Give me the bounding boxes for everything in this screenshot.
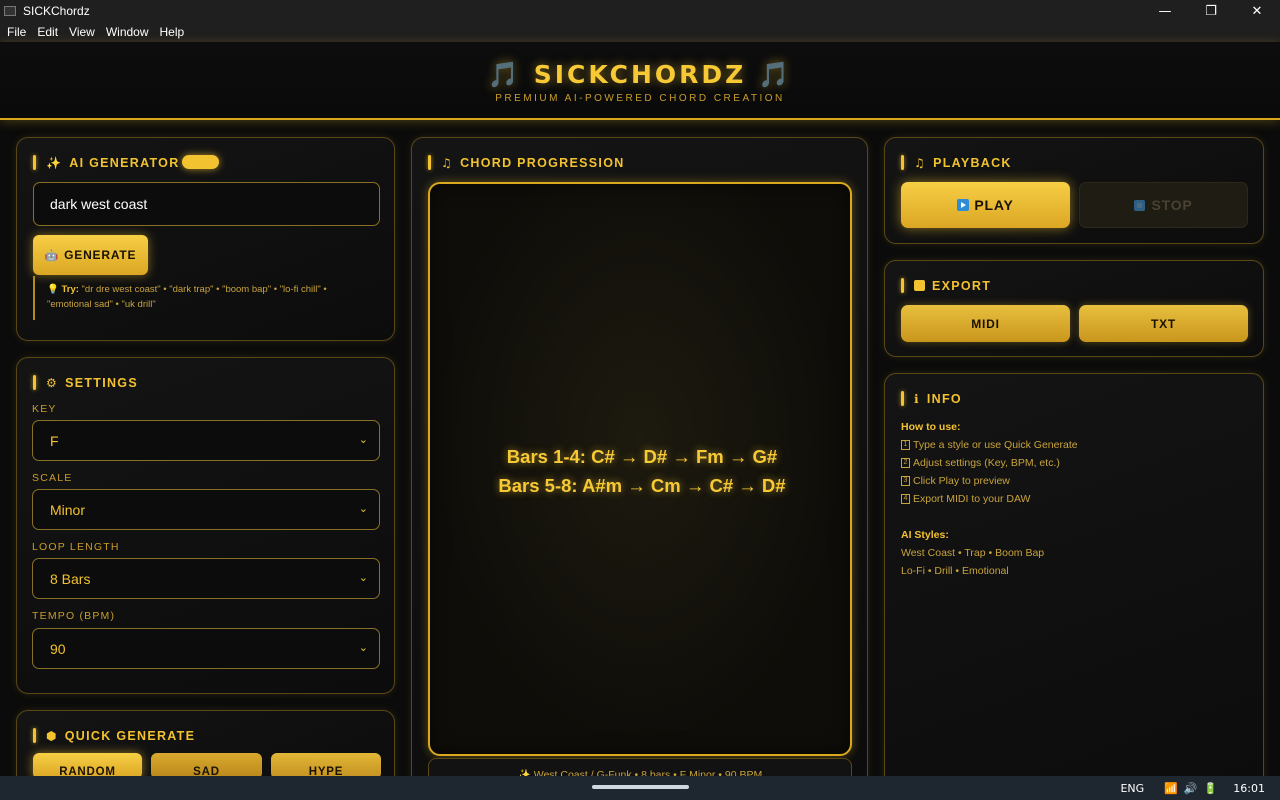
scale-select[interactable]: Minor ⌄ xyxy=(32,489,380,530)
export-txt-button[interactable]: TXT xyxy=(1079,305,1248,342)
settings-panel: ⚙ SETTINGS KEY F ⌄ SCALE Minor ⌄ LOOP LE… xyxy=(16,357,395,694)
styles-line-2: Lo-Fi • Drill • Emotional xyxy=(901,565,1009,577)
chevron-down-icon: ⌄ xyxy=(358,502,368,515)
playback-panel: ♫ PLAYBACK PLAY STOP xyxy=(884,137,1264,244)
volume-icon[interactable]: 🔊 xyxy=(1184,782,1198,795)
maximize-button[interactable]: ❐ xyxy=(1188,0,1234,22)
chord-line-2: Bars 5-8: A#m → Cm → C# → D# xyxy=(498,475,786,496)
menu-file[interactable]: File xyxy=(7,25,26,39)
window-title: SICKChordz xyxy=(23,4,90,18)
brand-title: 🎵 SICKCHORDZ 🎵 xyxy=(487,60,793,89)
lightbulb-icon: 💡 xyxy=(47,284,59,295)
app-icon xyxy=(4,6,16,16)
key-select[interactable]: F ⌄ xyxy=(32,420,380,461)
chord-progression-panel: ♫ CHORD PROGRESSION Bars 1-4: C# → D# → … xyxy=(411,137,868,787)
generate-button[interactable]: 🤖 GENERATE xyxy=(33,235,148,275)
wifi-icon[interactable]: 📶 xyxy=(1164,782,1178,795)
info-icon: ℹ xyxy=(914,391,920,406)
number-2-icon: 2 xyxy=(901,458,910,469)
sparkles-icon: ✨ xyxy=(46,155,63,170)
quick-generate-title: ⬢ QUICK GENERATE xyxy=(33,728,195,743)
stop-icon xyxy=(1134,199,1146,211)
loop-length-select[interactable]: 8 Bars ⌄ xyxy=(32,558,380,599)
gear-icon: ⚙ xyxy=(46,375,59,390)
try-tip: 💡 Try: "dr dre west coast" • "dark trap"… xyxy=(33,276,373,320)
system-tray: ENG 📶 🔊 🔋 16:01 xyxy=(1120,776,1280,800)
battery-icon[interactable]: 🔋 xyxy=(1204,782,1218,795)
window-controls: — ❐ ✕ xyxy=(1142,0,1280,22)
app-header: 🎵 SICKCHORDZ 🎵 PREMIUM AI-POWERED CHORD … xyxy=(0,42,1280,120)
styles-heading: AI Styles: xyxy=(901,529,949,541)
number-4-icon: 4 xyxy=(901,494,910,505)
menu-help[interactable]: Help xyxy=(160,25,185,39)
menu-edit[interactable]: Edit xyxy=(37,25,58,39)
taskbar-handle[interactable] xyxy=(592,785,689,789)
language-indicator[interactable]: ENG xyxy=(1120,782,1144,795)
ai-generator-panel: ✨ AI GENERATOR dark west coast 🤖 GENERAT… xyxy=(16,137,395,341)
styles-line-1: West Coast • Trap • Boom Bap xyxy=(901,547,1045,559)
robot-icon: 🤖 xyxy=(44,248,60,262)
info-panel: ℹ INFO How to use: 1 Type a style or use … xyxy=(884,373,1264,793)
taskbar: ENG 📶 🔊 🔋 16:01 xyxy=(0,776,1280,800)
menu-window[interactable]: Window xyxy=(106,25,149,39)
menu-view[interactable]: View xyxy=(69,25,95,39)
ai-generator-title: ✨ AI GENERATOR xyxy=(33,155,180,170)
music-note-icon: ♫ xyxy=(914,155,927,170)
clock[interactable]: 16:01 xyxy=(1233,782,1265,795)
square-icon xyxy=(914,280,925,291)
brand-tagline: PREMIUM AI-POWERED CHORD CREATION xyxy=(495,93,785,104)
number-3-icon: 3 xyxy=(901,476,910,487)
play-button[interactable]: PLAY xyxy=(901,182,1070,228)
style-prompt-input[interactable]: dark west coast xyxy=(33,182,380,226)
number-1-icon: 1 xyxy=(901,440,910,451)
scale-label: SCALE xyxy=(32,472,73,484)
play-icon xyxy=(957,199,970,211)
chord-display: Bars 1-4: C# → D# → Fm → G# Bars 5-8: A#… xyxy=(428,182,852,756)
playback-title: ♫ PLAYBACK xyxy=(901,155,1012,170)
close-button[interactable]: ✕ xyxy=(1234,0,1280,22)
settings-title: ⚙ SETTINGS xyxy=(33,375,138,390)
progression-status: ✨ West Coast / G-Funk • 8 bars • F Minor… xyxy=(428,758,852,778)
chord-line-1: Bars 1-4: C# → D# → Fm → G# xyxy=(506,446,778,467)
key-label: KEY xyxy=(32,403,57,415)
how-to-heading: How to use: xyxy=(901,421,961,433)
music-note-icon: ♫ xyxy=(441,155,454,170)
stop-button[interactable]: STOP xyxy=(1079,182,1248,228)
ai-toggle[interactable] xyxy=(182,155,219,169)
info-title: ℹ INFO xyxy=(901,391,962,406)
chord-progression-title: ♫ CHORD PROGRESSION xyxy=(428,155,625,170)
tempo-select[interactable]: 90 ⌄ xyxy=(32,628,380,669)
loop-length-label: LOOP LENGTH xyxy=(32,541,120,553)
menu-bar: File Edit View Window Help xyxy=(0,22,1280,42)
step-3: 3 Click Play to preview xyxy=(901,475,1010,487)
tempo-label: TEMPO (BPM) xyxy=(32,610,116,622)
chevron-down-icon: ⌄ xyxy=(358,433,368,446)
export-title: EXPORT xyxy=(901,278,991,293)
chevron-down-icon: ⌄ xyxy=(358,571,368,584)
step-2: 2 Adjust settings (Key, BPM, etc.) xyxy=(901,457,1060,469)
step-4: 4 Export MIDI to your DAW xyxy=(901,493,1030,505)
title-bar: SICKChordz — ❐ ✕ xyxy=(0,0,1280,22)
hexagon-icon: ⬢ xyxy=(46,728,58,743)
export-panel: EXPORT MIDI TXT xyxy=(884,260,1264,357)
chevron-down-icon: ⌄ xyxy=(358,641,368,654)
minimize-button[interactable]: — xyxy=(1142,0,1188,22)
export-midi-button[interactable]: MIDI xyxy=(901,305,1070,342)
step-1: 1 Type a style or use Quick Generate xyxy=(901,439,1078,451)
